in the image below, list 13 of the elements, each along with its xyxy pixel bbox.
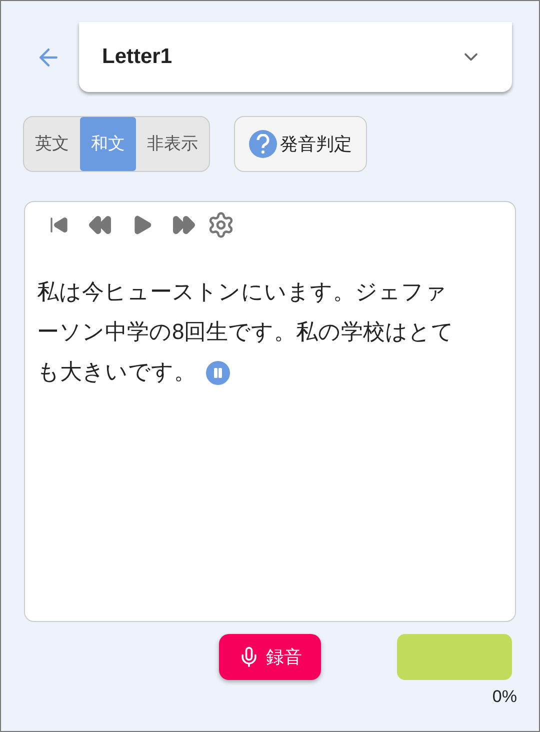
- letter-select[interactable]: Letter1: [79, 22, 512, 92]
- record-button[interactable]: 録音: [219, 634, 321, 680]
- fast-forward-icon[interactable]: [172, 213, 196, 237]
- view-tab[interactable]: 英文: [24, 117, 80, 171]
- question-icon: [249, 130, 277, 158]
- passage-text: 私は今ヒューストンにいます。ジェファーソン中学の8回生です。私の学校はとても大きいです。: [36, 278, 456, 388]
- settings-icon[interactable]: [207, 211, 235, 239]
- score-percent: 0%: [492, 686, 517, 708]
- view-tab[interactable]: 非表示: [136, 117, 209, 171]
- pronunciation-check-button[interactable]: 発音判定: [234, 116, 367, 172]
- pause-icon[interactable]: [206, 361, 230, 386]
- skip-back-icon[interactable]: [49, 215, 69, 235]
- rewind-icon[interactable]: [88, 213, 112, 237]
